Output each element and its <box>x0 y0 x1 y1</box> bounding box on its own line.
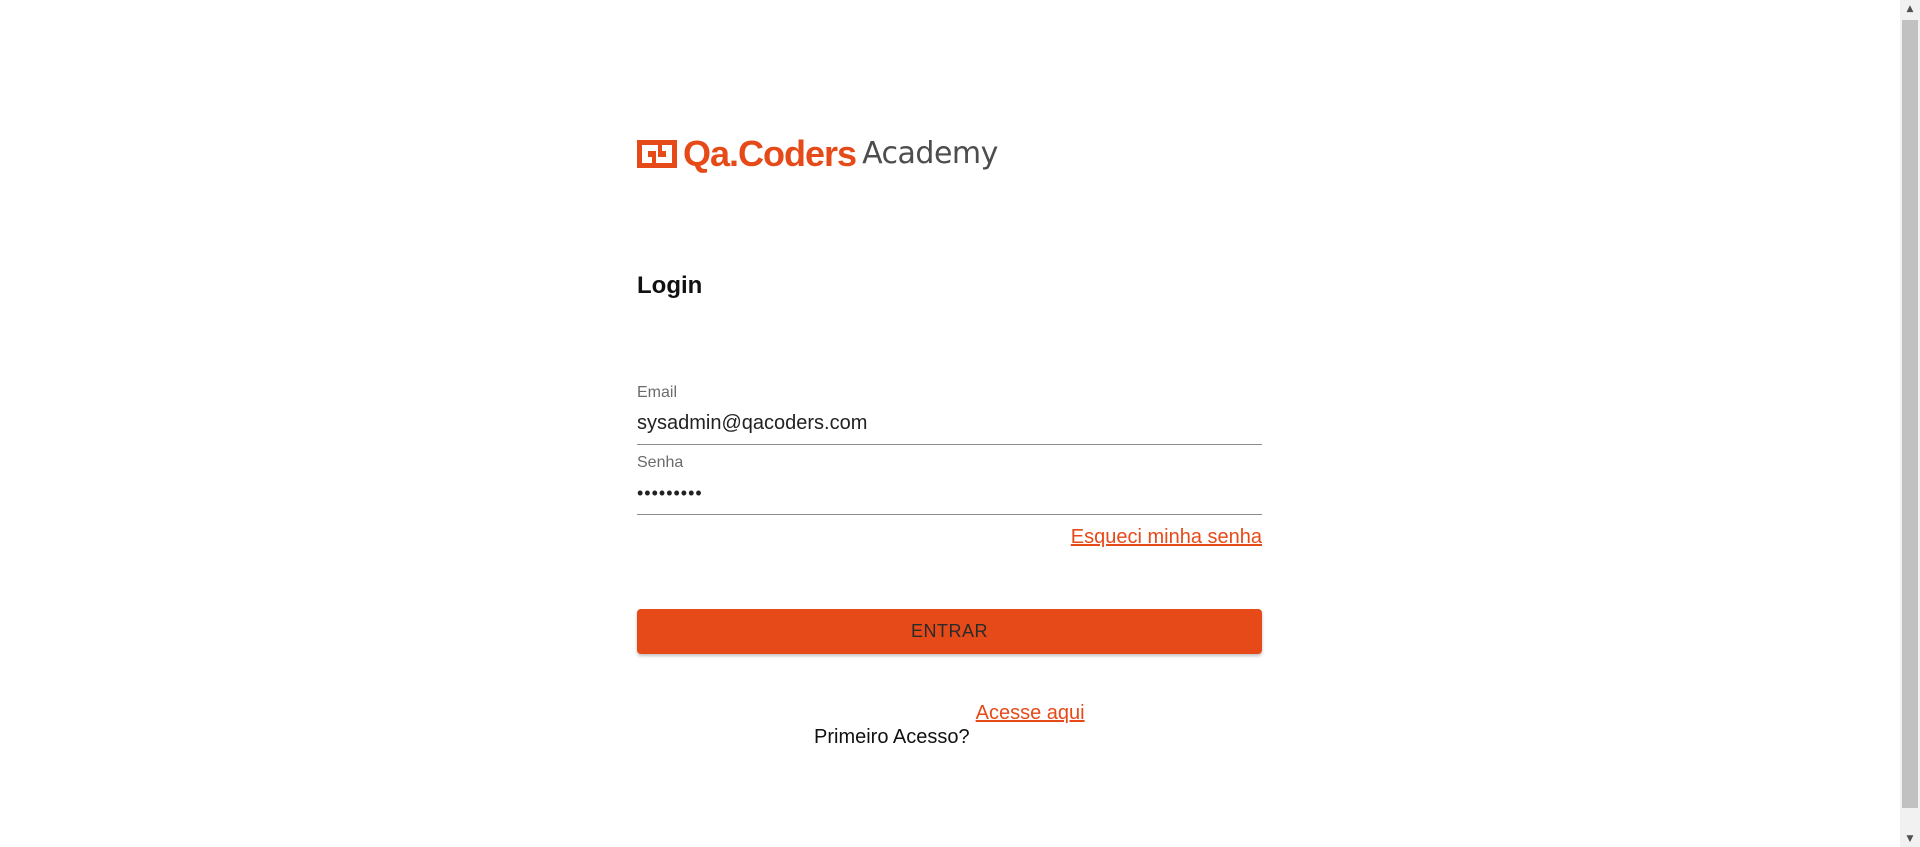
first-access-text: Primeiro Acesso? <box>814 726 970 748</box>
login-page: Qa.Coders Academy Login Email Senha Esqu… <box>0 0 1920 847</box>
email-field: Email <box>637 384 1262 445</box>
email-input[interactable] <box>637 408 1262 438</box>
email-label: Email <box>637 384 678 401</box>
login-button[interactable]: ENTRAR <box>637 609 1262 654</box>
password-label: Senha <box>637 454 684 471</box>
password-field: Senha <box>637 454 1262 515</box>
qacoders-logo-icon <box>637 140 677 168</box>
password-input[interactable] <box>637 478 1262 508</box>
brand-suffix: Academy <box>862 136 998 171</box>
forgot-password-link[interactable]: Esqueci minha senha <box>1071 526 1262 549</box>
brand-logo: Qa.Coders Academy <box>637 134 998 174</box>
scroll-up-icon[interactable]: ▲ <box>1900 0 1920 17</box>
page-title: Login <box>637 272 703 299</box>
scroll-down-icon[interactable]: ▼ <box>1900 830 1920 847</box>
first-access-link[interactable]: Acesse aqui <box>976 702 1085 725</box>
first-access: Primeiro Acesso? Acesse aqui <box>814 702 1085 749</box>
brand-name: Qa.Coders <box>683 133 857 174</box>
scrollbar-thumb[interactable] <box>1902 20 1918 808</box>
vertical-scrollbar[interactable]: ▲ ▼ <box>1900 0 1920 847</box>
